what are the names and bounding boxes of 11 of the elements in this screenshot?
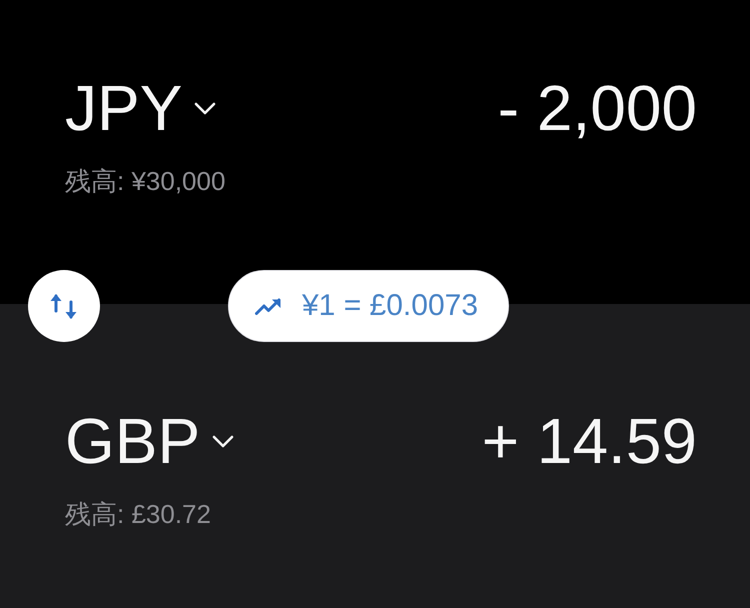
exchange-rate-button[interactable]: ¥1 = £0.0073 [228,270,510,342]
swap-arrows-icon [50,292,78,320]
chevron-down-icon [212,434,234,448]
currency-selector[interactable]: GBP [65,409,234,473]
balance-text: 残高: £30.72 [65,499,211,529]
balance-text: 残高: ¥30,000 [65,166,226,196]
trending-up-icon [255,298,282,314]
currency-selector[interactable]: JPY [65,76,216,140]
chevron-down-icon [194,102,216,114]
amount-input[interactable]: + 14.59 [482,409,697,473]
amount-input[interactable]: - 2,000 [498,76,697,140]
